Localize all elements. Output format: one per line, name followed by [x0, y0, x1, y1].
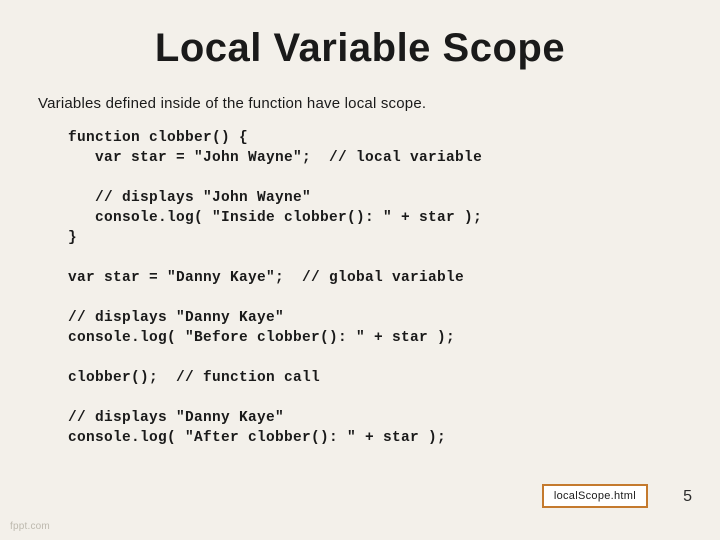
slide: Local Variable Scope Variables defined i… — [0, 0, 720, 540]
slide-title: Local Variable Scope — [38, 26, 682, 71]
code-snippet: function clobber() { var star = "John Wa… — [68, 128, 682, 448]
page-number: 5 — [683, 488, 692, 506]
watermark: fppt.com — [10, 521, 50, 532]
file-badge: localScope.html — [542, 484, 648, 508]
slide-subtitle: Variables defined inside of the function… — [38, 95, 682, 112]
